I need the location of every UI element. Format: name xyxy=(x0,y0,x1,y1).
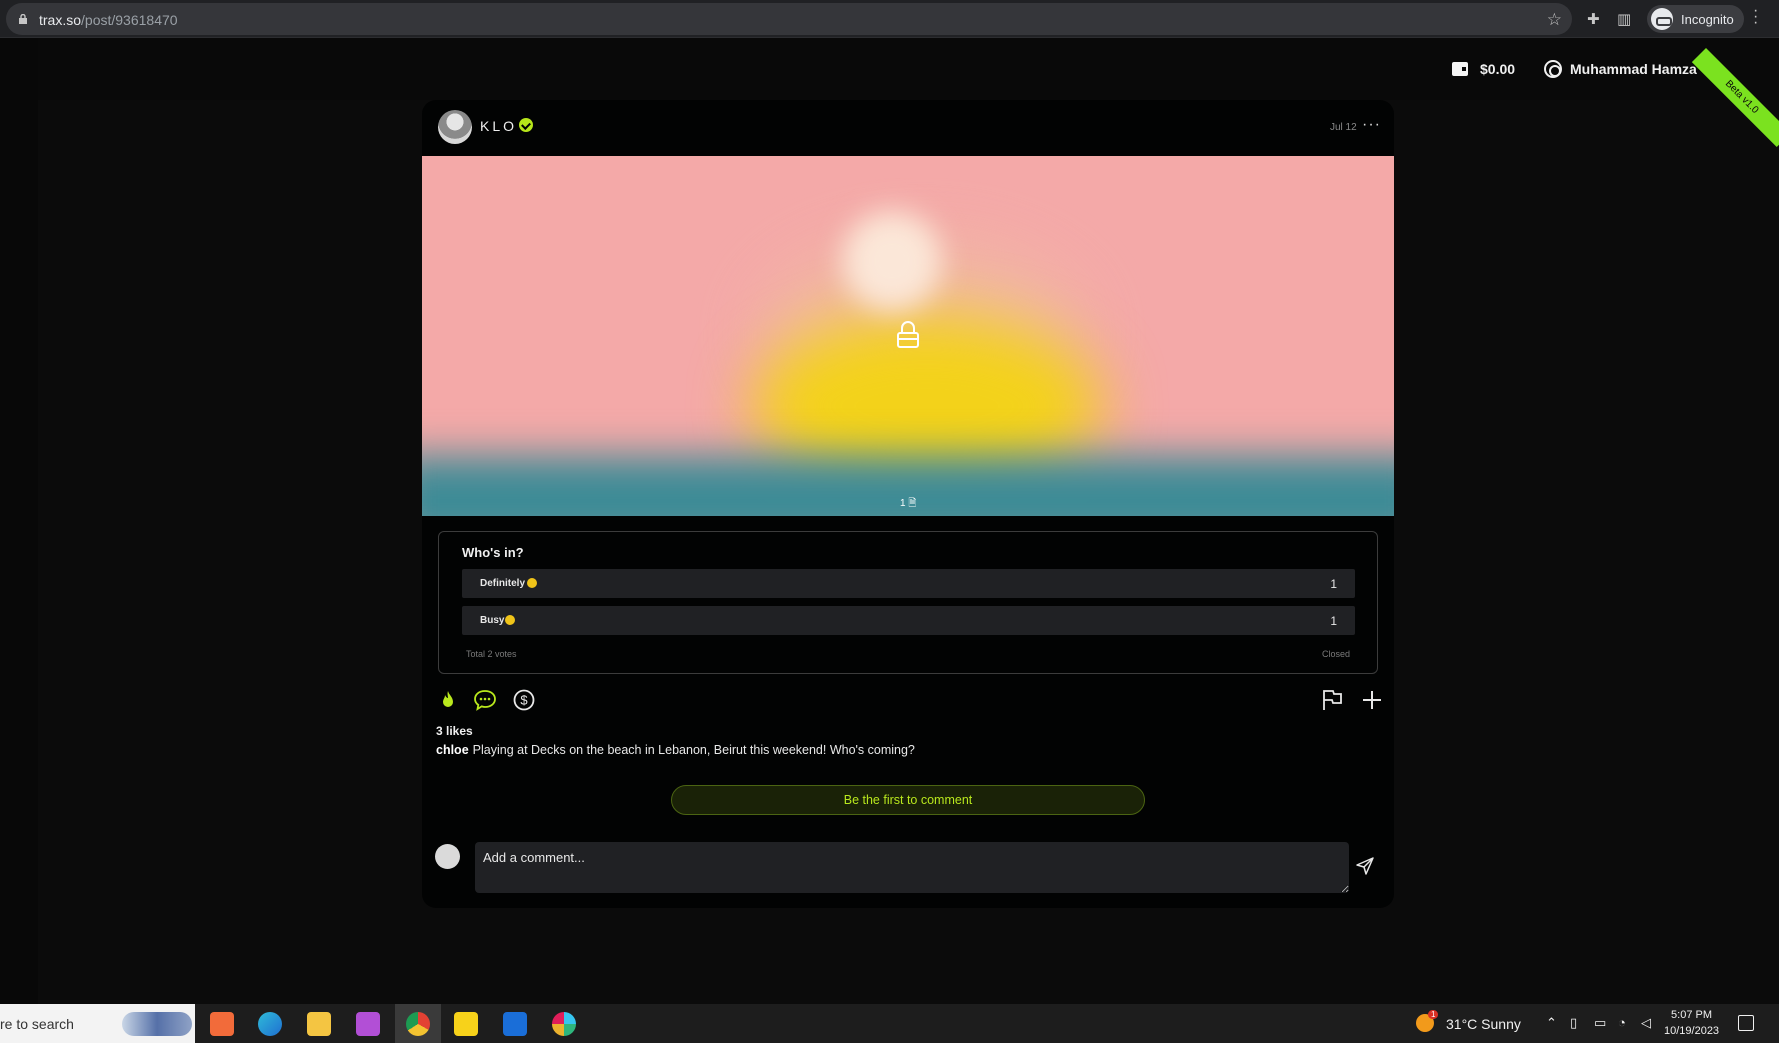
post-date: Jul 12 xyxy=(1330,122,1357,133)
url-text[interactable]: trax.so/post/93618470 xyxy=(39,12,178,28)
page: $0.00 Muhammad Hamza Beta v1.0 KLO Jul 1… xyxy=(0,38,1779,1004)
poll-option-count: 1 xyxy=(1330,614,1337,628)
weather-text[interactable]: 31°C Sunny xyxy=(1446,1016,1521,1032)
poll-option-label: Definitely xyxy=(480,578,526,589)
wifi-icon[interactable]: ◔ xyxy=(1618,1015,1626,1030)
poll: Who's in? Definitely 1 Busy 1 Total 2 vo… xyxy=(438,531,1378,674)
likes-count[interactable]: 3 likes xyxy=(436,724,473,738)
poll-option-count: 1 xyxy=(1330,577,1337,591)
address-bar[interactable]: trax.so/post/93618470 ☆ xyxy=(6,3,1572,35)
browser-menu-icon[interactable]: · · · xyxy=(1753,3,1758,31)
padlock-icon xyxy=(897,321,919,348)
sad-face-emoji-icon xyxy=(505,615,515,625)
file-explorer-icon[interactable] xyxy=(307,1012,331,1036)
first-comment-button[interactable]: Be the first to comment xyxy=(671,785,1145,815)
comment-input[interactable] xyxy=(475,842,1349,893)
search-highlight-image xyxy=(122,1012,192,1036)
poll-status: Closed xyxy=(1321,649,1350,659)
notification-icon[interactable] xyxy=(1738,1015,1754,1031)
wallet-icon xyxy=(1452,62,1468,76)
incognito-icon xyxy=(1651,8,1673,30)
clock-date: 10/19/2023 xyxy=(1664,1025,1720,1037)
windows-taskbar: re to search 1 31°C Sunny ⌃ ▯ ▭ ◔ ◁ 5:07… xyxy=(0,1004,1779,1043)
xampp-icon[interactable] xyxy=(210,1012,234,1036)
taskbar-search[interactable]: re to search xyxy=(0,1004,195,1043)
caption-author[interactable]: chloe xyxy=(436,743,469,757)
weather-badge: 1 xyxy=(1428,1010,1439,1019)
left-gutter xyxy=(0,38,38,1004)
lock-icon xyxy=(19,14,27,24)
chrome-icon[interactable] xyxy=(406,1012,430,1036)
chevron-up-icon[interactable]: ⌃ xyxy=(1546,1015,1557,1031)
screen: trax.so/post/93618470 ☆ ✚ ▥ Incognito · ·… xyxy=(0,0,1779,1043)
poll-question: Who's in? xyxy=(462,545,524,560)
incognito-label: Incognito xyxy=(1681,11,1734,27)
media-count: 1 🗎 xyxy=(900,498,917,509)
author-avatar[interactable] xyxy=(438,110,472,144)
verified-badge-icon xyxy=(519,118,533,132)
wallet-balance[interactable]: $0.00 xyxy=(1452,61,1515,77)
extensions-icon[interactable]: ✚ xyxy=(1587,10,1600,28)
balance-value: $0.00 xyxy=(1480,61,1516,77)
blurred-shape xyxy=(842,211,942,311)
clock-time: 5:07 PM xyxy=(1671,1009,1713,1021)
poll-option-definitely[interactable]: Definitely 1 xyxy=(462,569,1355,598)
poll-option-label: Busy xyxy=(480,615,505,626)
post-header: KLO Jul 12 ··· xyxy=(422,100,1394,156)
more-options-icon[interactable]: ··· xyxy=(1362,116,1381,134)
meet-icon[interactable]: ▯ xyxy=(1570,1015,1577,1031)
edge-browser-icon[interactable] xyxy=(258,1012,282,1036)
sticky-notes-icon[interactable] xyxy=(454,1012,478,1036)
battery-icon[interactable]: ▭ xyxy=(1594,1015,1606,1031)
send-icon[interactable] xyxy=(1355,856,1375,876)
system-clock[interactable]: 5:07 PM 10/19/2023 xyxy=(1664,1007,1719,1039)
tip-dollar-icon[interactable]: $ xyxy=(512,688,536,712)
user-menu[interactable]: Muhammad Hamza xyxy=(1544,60,1697,78)
comment-bubble-icon[interactable] xyxy=(473,688,497,712)
author-name[interactable]: KLO xyxy=(480,118,517,134)
yellow-circle-emoji-icon xyxy=(527,578,537,588)
post-card: KLO Jul 12 ··· 1 🗎 Who's in? Definitely … xyxy=(422,100,1394,908)
user-circle-icon xyxy=(1544,60,1562,78)
report-flag-icon[interactable] xyxy=(1320,688,1344,712)
volume-icon[interactable]: ◁ xyxy=(1641,1015,1651,1031)
caption-text: Playing at Decks on the beach in Lebanon… xyxy=(472,743,915,757)
incognito-badge[interactable]: Incognito xyxy=(1647,5,1744,33)
bookmark-star-icon[interactable]: ☆ xyxy=(1547,10,1562,30)
outlook-icon[interactable] xyxy=(503,1012,527,1036)
add-icon[interactable] xyxy=(1360,688,1384,712)
browser-toolbar: trax.so/post/93618470 ☆ ✚ ▥ Incognito · ·… xyxy=(0,0,1779,38)
side-panel-icon[interactable]: ▥ xyxy=(1617,10,1631,28)
poll-option-busy[interactable]: Busy 1 xyxy=(462,606,1355,635)
poll-total-votes: Total 2 votes xyxy=(466,649,517,659)
post-actions: $ xyxy=(422,688,1394,714)
flame-like-icon[interactable] xyxy=(436,688,460,712)
post-caption: chloe Playing at Decks on the beach in Le… xyxy=(436,743,915,757)
search-text: re to search xyxy=(0,1016,74,1032)
app-header: $0.00 Muhammad Hamza xyxy=(38,38,1779,100)
phpstorm-icon[interactable] xyxy=(356,1012,380,1036)
document-icon: 🗎 xyxy=(908,498,917,509)
user-name: Muhammad Hamza xyxy=(1570,61,1697,77)
current-user-avatar xyxy=(435,844,460,869)
locked-media[interactable]: 1 🗎 xyxy=(422,156,1394,516)
slack-icon[interactable] xyxy=(552,1012,576,1036)
svg-text:$: $ xyxy=(520,693,528,708)
